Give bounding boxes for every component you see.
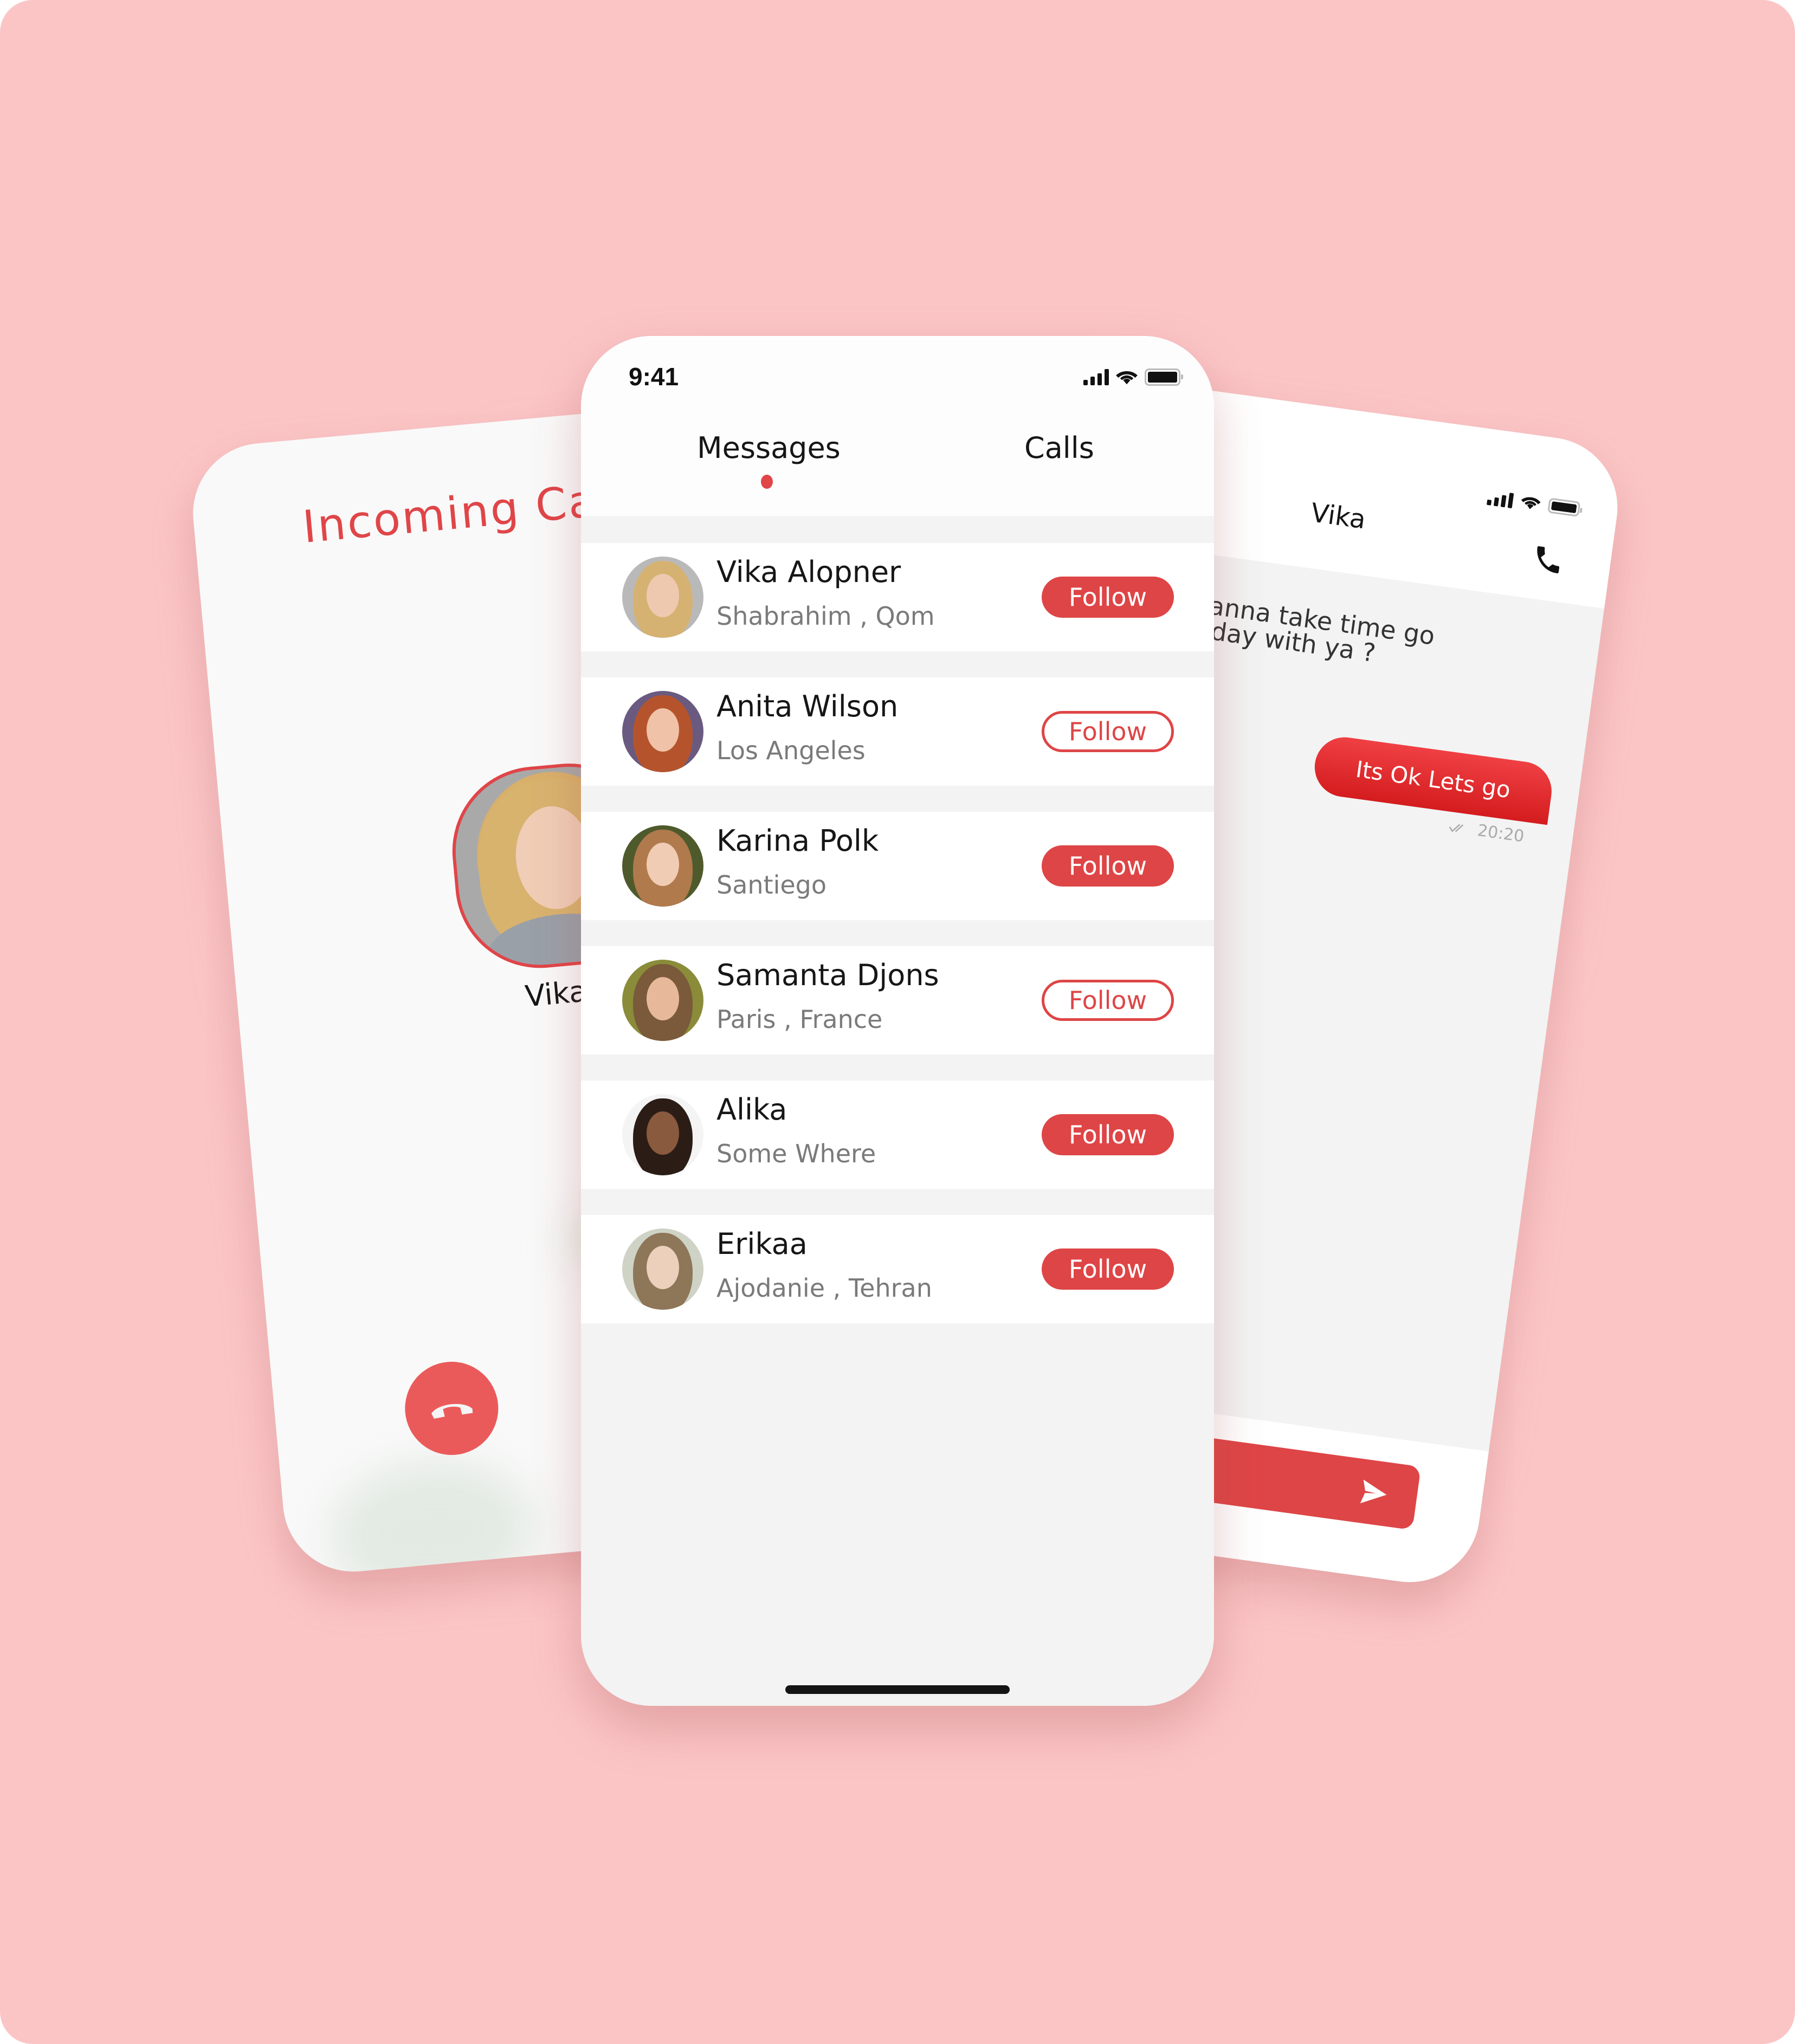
- contact-name: Anita Wilson: [716, 689, 899, 723]
- tab-calls[interactable]: Calls: [1024, 431, 1094, 465]
- contact-name: Karina Polk: [716, 824, 879, 858]
- active-tab-indicator: [761, 475, 773, 489]
- contact-name: Samanta Djons: [716, 958, 939, 992]
- signal-icon: [1486, 489, 1514, 509]
- double-check-icon: [1449, 824, 1464, 832]
- avatar: [622, 1094, 703, 1175]
- avatar: [622, 691, 703, 772]
- outgoing-message-bubble: Its Ok Lets go: [1310, 733, 1555, 825]
- contact-row[interactable]: Alika Some Where Follow: [581, 1081, 1214, 1189]
- contact-location: Shabrahim , Qom: [716, 601, 935, 631]
- tab-messages[interactable]: Messages: [697, 431, 841, 465]
- follow-button[interactable]: Follow: [1042, 1114, 1174, 1155]
- send-icon[interactable]: [1355, 1475, 1392, 1512]
- contact-location: Paris , France: [716, 1005, 883, 1034]
- status-bar-icons: [1083, 368, 1183, 386]
- avatar: [622, 825, 703, 907]
- background-blur: [323, 1452, 541, 1578]
- contact-location: Some Where: [716, 1139, 876, 1168]
- outgoing-message-text: Its Ok Lets go: [1354, 755, 1513, 803]
- follow-button[interactable]: Follow: [1042, 1249, 1174, 1290]
- home-indicator: [785, 1685, 1010, 1694]
- signal-icon: [1083, 369, 1109, 385]
- avatar: [622, 960, 703, 1041]
- battery-icon: [1145, 368, 1183, 386]
- message-meta: 20:20: [1447, 817, 1525, 846]
- contact-name: Vika Alopner: [716, 555, 901, 589]
- decline-call-button[interactable]: [401, 1357, 502, 1459]
- message-time: 20:20: [1476, 821, 1526, 846]
- contact-location: Santiego: [716, 870, 827, 900]
- contact-location: Los Angeles: [716, 736, 866, 765]
- avatar: [622, 557, 703, 638]
- caller-name: Vika: [524, 974, 589, 1014]
- contact-row[interactable]: Vika Alopner Shabrahim , Qom Follow: [581, 543, 1214, 651]
- contact-location: Ajodanie , Tehran: [716, 1273, 932, 1303]
- follow-button[interactable]: Follow: [1042, 711, 1174, 752]
- phone-call-icon[interactable]: [1529, 541, 1566, 578]
- incoming-call-title: Incoming Call: [300, 473, 627, 554]
- phone-hangup-icon: [431, 1403, 473, 1419]
- contact-row[interactable]: Anita Wilson Los Angeles Follow: [581, 677, 1214, 786]
- contact-row[interactable]: Erikaa Ajodanie , Tehran Follow: [581, 1215, 1214, 1323]
- follow-button[interactable]: Follow: [1042, 845, 1174, 887]
- follow-button[interactable]: Follow: [1042, 577, 1174, 618]
- wifi-icon: [1521, 497, 1541, 509]
- contact-row[interactable]: Samanta Djons Paris , France Follow: [581, 946, 1214, 1055]
- avatar: [622, 1228, 703, 1310]
- wifi-icon: [1116, 371, 1138, 385]
- contact-name: Erikaa: [716, 1227, 808, 1261]
- status-time: 9:41: [629, 363, 679, 391]
- contacts-phone: 9:41 Messages Calls Vika Alopner Shabrah…: [581, 336, 1214, 1706]
- canvas-background: Incoming Call Vika Vika bro wanna take t…: [0, 0, 1795, 2044]
- contact-name: Alika: [716, 1092, 787, 1127]
- follow-button[interactable]: Follow: [1042, 980, 1174, 1021]
- contact-row[interactable]: Karina Polk Santiego Follow: [581, 812, 1214, 920]
